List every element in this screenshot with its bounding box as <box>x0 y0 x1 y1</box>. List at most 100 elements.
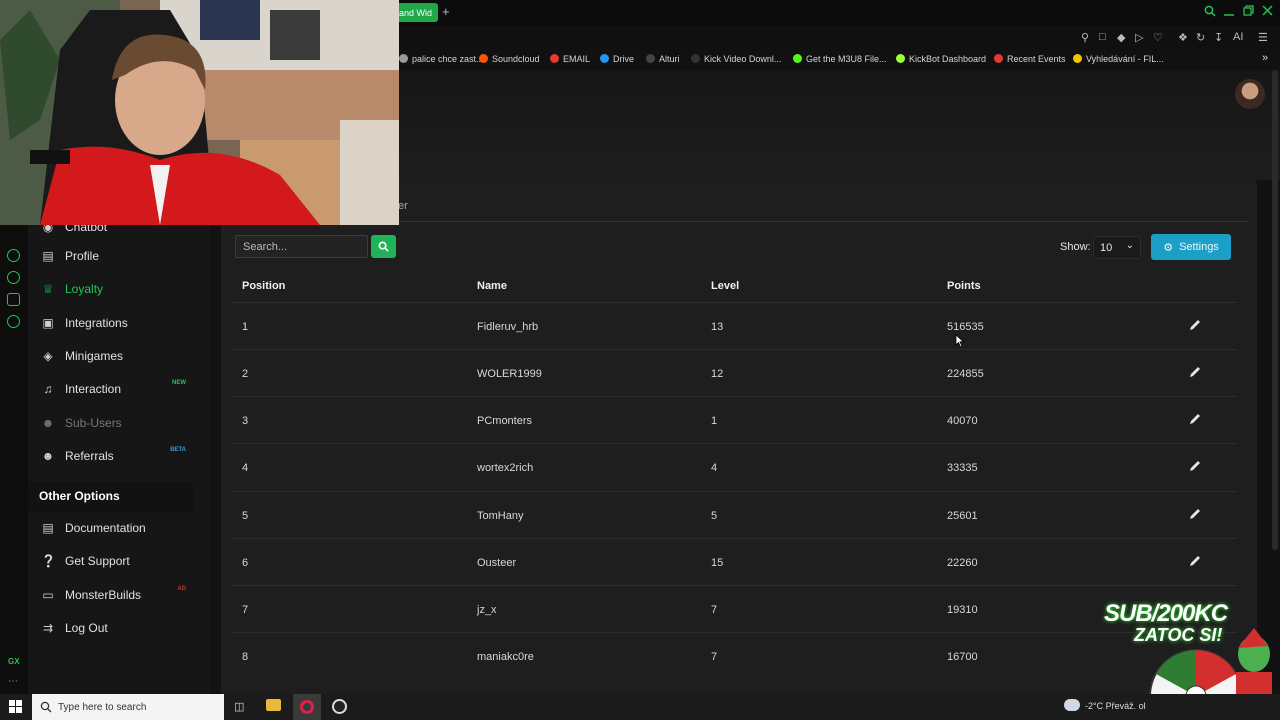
search-input[interactable] <box>235 235 368 258</box>
puzzle-icon: ▣ <box>42 316 54 330</box>
sidebar-item-integrations[interactable]: ▣ Integrations <box>28 308 198 338</box>
edit-icon[interactable] <box>1188 507 1202 521</box>
windows-start-icon[interactable] <box>9 700 22 718</box>
sidebar-item-profile[interactable]: ▤ Profile <box>28 241 198 271</box>
edit-icon[interactable] <box>1188 459 1202 473</box>
sidebar-item-label: Documentation <box>65 521 146 535</box>
bookmark-item[interactable]: Vyhledávání - FIL... <box>1073 54 1164 64</box>
table-row: 6 Ousteer 15 22260 <box>232 538 1237 585</box>
bookmark-item[interactable]: Alturi <box>646 54 680 64</box>
bookmark-item[interactable]: KickBot Dashboard <box>896 54 986 64</box>
cell-name: wortex2rich <box>477 462 534 474</box>
minimize-icon[interactable] <box>1224 5 1234 20</box>
sidebar-item-label: Integrations <box>65 316 128 330</box>
edit-icon[interactable] <box>1188 365 1202 379</box>
id-card-icon: ▤ <box>42 249 54 263</box>
cell-points: 19310 <box>947 604 978 616</box>
page-size-select[interactable]: 10 ⌄ <box>1093 236 1141 259</box>
edit-icon[interactable] <box>1188 318 1202 332</box>
table-row: 3 PCmonters 1 40070 <box>232 396 1237 443</box>
sidebar-item-loyalty[interactable]: ♕ Loyalty <box>28 274 198 304</box>
bookmark-item[interactable]: EMAIL <box>550 54 590 64</box>
history-icon[interactable] <box>7 271 20 284</box>
column-header-position[interactable]: Position <box>242 280 285 292</box>
share-icon[interactable]: ↻ <box>1196 31 1205 44</box>
extensions-sidebar-icon[interactable] <box>7 293 20 306</box>
settings-button[interactable]: ⚙ Settings <box>1151 234 1231 260</box>
shield-icon[interactable]: ◆ <box>1117 31 1125 44</box>
page-scrollbar[interactable] <box>1272 70 1278 550</box>
weather-text[interactable]: -2°C Převáž. ol <box>1085 701 1146 711</box>
bookmark-item[interactable]: palice chce zast... <box>399 54 484 64</box>
edit-icon[interactable] <box>1188 554 1202 568</box>
bookmark-item[interactable]: Kick Video Downl... <box>691 54 781 64</box>
bookmark-item[interactable]: Soundcloud <box>479 54 540 64</box>
new-tab-button[interactable]: + <box>442 4 450 19</box>
browser-active-tab[interactable]: and Wid <box>396 3 438 22</box>
cell-level: 7 <box>711 604 718 616</box>
sidebar-item-sub-users[interactable]: ☻ Sub-Users <box>28 408 198 438</box>
gears-icon: ⚙ <box>1163 241 1174 254</box>
heart-icon[interactable]: ♡ <box>1153 31 1163 44</box>
book-icon: ▤ <box>42 521 54 535</box>
bookmarks-overflow-icon[interactable]: » <box>1262 52 1268 64</box>
events-icon <box>994 54 1003 63</box>
tab-partial[interactable]: er <box>398 200 408 212</box>
search-engine-icon <box>1073 54 1082 63</box>
cell-position: 8 <box>242 651 249 663</box>
sidebar-item-referrals[interactable]: ☻ Referrals BETA <box>28 441 198 471</box>
download-icon[interactable]: ↧ <box>1214 31 1223 44</box>
column-header-level[interactable]: Level <box>711 280 739 292</box>
cell-name: maniakc0re <box>477 651 534 663</box>
restore-icon[interactable] <box>1243 5 1254 20</box>
cell-position: 2 <box>242 368 249 380</box>
bookmark-favicon-icon <box>399 54 408 63</box>
page-size-value: 10 <box>1100 242 1113 254</box>
sidebar-item-documentation[interactable]: ▤ Documentation <box>28 513 198 543</box>
sidebar-item-get-support[interactable]: ❔ Get Support <box>28 546 198 576</box>
more-icon[interactable]: ⋯ <box>8 676 18 687</box>
mouse-cursor-icon <box>955 334 965 348</box>
gamepad-icon: ◈ <box>43 349 53 363</box>
webcam-image <box>0 0 399 225</box>
sidebar-item-label: Sub-Users <box>65 416 122 430</box>
cell-name: jz_x <box>477 604 497 616</box>
cell-name: Fidleruv_hrb <box>477 321 539 333</box>
obs-icon[interactable] <box>332 699 347 714</box>
search-button[interactable] <box>371 235 396 258</box>
bookmark-item[interactable]: Get the M3U8 File... <box>793 54 887 64</box>
avatar[interactable] <box>1235 79 1265 109</box>
table-row: 1 Fidleruv_hrb 13 516535 <box>232 302 1237 349</box>
cell-level: 4 <box>711 462 718 474</box>
taskbar-opera-app[interactable] <box>293 694 321 720</box>
play-icon[interactable]: ▷ <box>1135 31 1143 44</box>
cell-name: TomHany <box>477 510 524 522</box>
settings-sidebar-icon[interactable] <box>7 315 20 328</box>
bookmark-item[interactable]: Recent Events <box>994 54 1066 64</box>
column-header-points[interactable]: Points <box>947 280 981 292</box>
snapshot-icon[interactable]: □ <box>1099 31 1106 43</box>
sidebar-item-interaction[interactable]: ♫ Interaction NEW <box>28 374 198 404</box>
taskbar-search-input[interactable]: Type here to search <box>32 694 224 720</box>
sidebar-item-log-out[interactable]: ⇉ Log Out <box>28 613 198 643</box>
close-window-icon[interactable] <box>1262 5 1273 20</box>
file-explorer-icon[interactable] <box>266 699 281 711</box>
cell-level: 5 <box>711 510 718 522</box>
sidebar-item-label: Interaction <box>65 382 122 396</box>
sidebar-item-monsterbuilds[interactable]: ▭ MonsterBuilds AD <box>28 580 198 610</box>
column-header-name[interactable]: Name <box>477 280 507 292</box>
aria-ai-button[interactable]: AI <box>1233 31 1243 43</box>
section-title: Other Options <box>39 489 120 503</box>
bookmark-item[interactable]: Drive <box>600 54 634 64</box>
task-view-icon[interactable]: ◫ <box>234 700 244 713</box>
cell-level: 7 <box>711 651 718 663</box>
player-icon[interactable] <box>7 249 20 262</box>
edit-icon[interactable] <box>1188 412 1202 426</box>
pin-icon[interactable]: ⚲ <box>1081 31 1089 44</box>
cell-points: 516535 <box>947 321 984 333</box>
sidebar-item-minigames[interactable]: ◈ Minigames <box>28 341 198 371</box>
menu-icon[interactable]: ☰ <box>1258 31 1268 44</box>
search-icon[interactable] <box>1204 5 1216 20</box>
sidebar-item-label: Log Out <box>65 621 108 635</box>
extensions-icon[interactable]: ❖ <box>1178 31 1188 44</box>
